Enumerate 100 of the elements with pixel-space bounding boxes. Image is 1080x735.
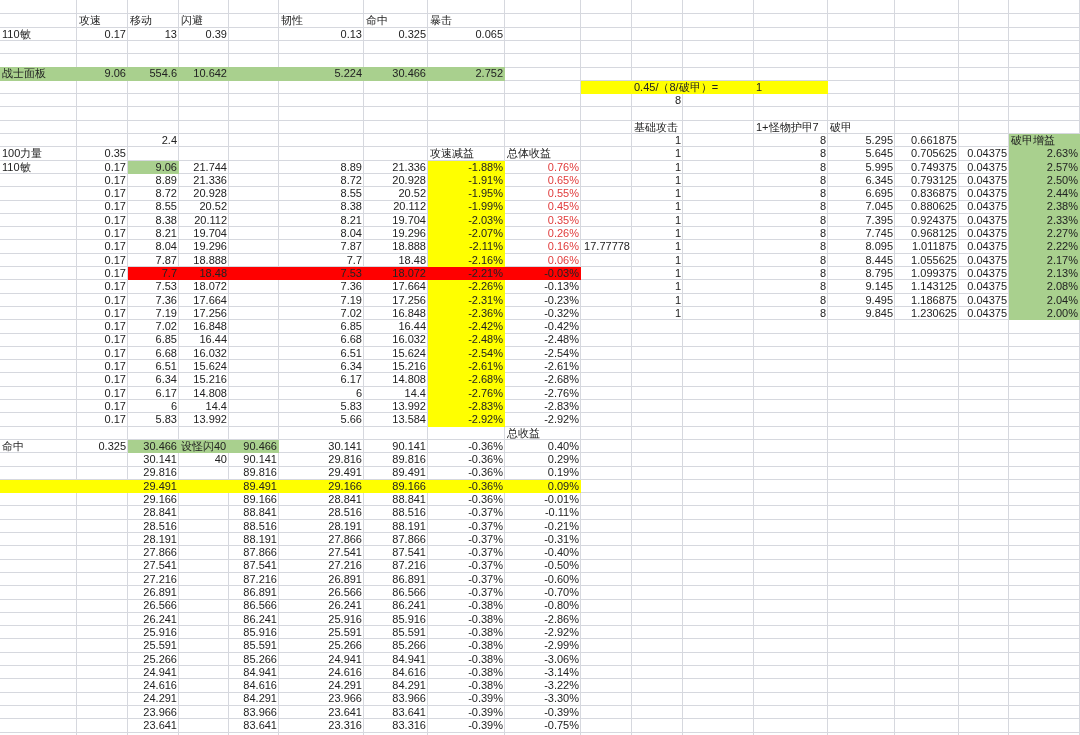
table-cell-text: 1.186875: [910, 293, 958, 307]
table-cell: 2.38%: [1009, 200, 1080, 214]
table-cell-text: 7.19: [154, 306, 178, 321]
table-cell-text: 85.266: [391, 639, 427, 653]
table-cell-text: 5.66: [339, 413, 363, 427]
table-cell-text: 暴击: [429, 14, 453, 28]
table-cell-text: 6.68: [154, 346, 178, 360]
table-cell-text: -0.31%: [543, 532, 580, 547]
table-cell-text: -0.11%: [543, 506, 580, 520]
table-cell-text: 9.145: [864, 280, 894, 294]
table-cell-text: 7.745: [864, 227, 894, 241]
table-cell-text: 13.992: [192, 413, 228, 427]
table-cell-text: 0.17: [103, 27, 127, 41]
table-cell-text: -0.13%: [543, 280, 580, 294]
table-cell-text: 30.141: [327, 439, 363, 454]
table-cell-text: -2.83%: [543, 399, 580, 414]
table-cell-text: 0.17: [103, 173, 127, 188]
table-cell-text: 8.89: [154, 173, 178, 188]
table-cell-text: 110敏: [1, 160, 32, 174]
table-cell-text: -0.21%: [543, 519, 580, 533]
table-cell-text: 0.836875: [910, 187, 958, 201]
table-cell-text: 命中: [365, 14, 389, 28]
table-cell-text: 7.02: [154, 320, 178, 334]
table-cell-text: 17.664: [192, 293, 228, 307]
table-cell-text: -0.38%: [467, 665, 504, 680]
table-cell-text: -0.39%: [467, 705, 504, 720]
table-cell-text: -2.61%: [543, 360, 580, 374]
table-cell-text: -0.50%: [543, 559, 580, 573]
table-cell: 2.44%: [1009, 187, 1080, 201]
table-cell-text: 26.566: [327, 586, 363, 600]
table-cell-text: 5.295: [864, 133, 894, 148]
table-cell-text: 29.491: [327, 466, 363, 480]
table-cell-text: 0.17: [103, 320, 127, 334]
table-cell-text: 16.44: [198, 333, 228, 347]
table-cell: 2.752: [428, 67, 505, 81]
table-cell-text: -0.23%: [543, 293, 580, 307]
table-cell: 29.166: [279, 479, 364, 493]
table-cell-text: 90.141: [242, 453, 278, 467]
table-cell: 0.45/（8/破甲）=: [632, 80, 721, 95]
table-cell: 29.491: [128, 479, 179, 493]
table-cell-text: 0.880625: [910, 200, 958, 214]
table-cell-text: -2.86%: [543, 612, 580, 626]
table-cell: 设怪闪40: [179, 439, 229, 454]
table-cell-text: 5.995: [864, 160, 894, 174]
table-cell-text: 84.291: [391, 679, 427, 693]
table-cell-text: -0.38%: [467, 652, 504, 666]
table-cell-text: 26.891: [142, 586, 178, 600]
table-cell-text: 总收益: [506, 426, 541, 440]
table-cell-text: 25.916: [142, 625, 178, 640]
table-cell-text: 8.445: [864, 253, 894, 267]
table-cell-text: 0.17: [103, 413, 127, 427]
table-cell: 89.166: [364, 479, 428, 493]
table-cell-text: -0.75%: [543, 719, 580, 733]
table-cell-text: 0.17: [103, 213, 127, 228]
table-cell-text: 25.591: [327, 625, 363, 640]
table-cell-text: 0.17: [103, 386, 127, 400]
table-cell-text: 86.891: [391, 572, 427, 587]
table-cell: -0.03%: [505, 266, 581, 281]
table-cell-text: 0.76%: [546, 160, 580, 174]
table-cell-text: 24.291: [327, 679, 363, 693]
table-cell-text: 0.35%: [546, 213, 580, 228]
table-cell-text: -3.22%: [543, 679, 580, 693]
table-cell-text: 20.928: [391, 173, 427, 188]
table-cell-text: 8: [818, 266, 827, 281]
table-cell-text: 破甲: [829, 120, 853, 134]
table-cell-text: 89.166: [242, 493, 278, 507]
table-cell: 7.7: [128, 266, 179, 281]
table-cell-text: -2.54%: [543, 346, 580, 360]
table-cell: 9.06: [128, 160, 179, 174]
table-cell-text: 1: [673, 306, 682, 321]
table-cell-text: 29.816: [142, 466, 178, 480]
table-cell-text: 20.52: [198, 200, 228, 214]
table-cell-text: 0.04375: [966, 240, 1008, 254]
table-cell-text: 0.17: [103, 200, 127, 214]
table-cell-text: 7.19: [339, 293, 363, 307]
table-cell-text: 88.191: [242, 532, 278, 547]
table-cell-text: 0.17: [103, 187, 127, 201]
table-cell-text: 87.866: [242, 546, 278, 560]
table-cell-text: 14.808: [391, 373, 427, 387]
table-cell-text: 6.68: [339, 333, 363, 347]
table-cell-text: 15.216: [192, 373, 228, 387]
table-cell-text: 8: [818, 133, 827, 148]
table-cell: 90.466: [229, 439, 279, 454]
table-cell: -2.42%: [428, 320, 505, 334]
table-cell-text: 20.52: [397, 187, 427, 201]
table-cell-text: 8: [818, 293, 827, 307]
table-cell-text: 87.541: [391, 546, 427, 560]
table-cell-text: 0.04375: [966, 147, 1008, 161]
table-cell-text: 8.21: [154, 227, 178, 241]
table-cell-text: 6.51: [154, 360, 178, 374]
table-cell: 10.642: [179, 67, 229, 81]
table-cell-text: 0.04375: [966, 213, 1008, 228]
table-cell-text: 1.099375: [910, 266, 958, 281]
table-cell-text: 13.584: [391, 413, 427, 427]
table-cell-text: -2.99%: [543, 639, 580, 653]
table-cell: 破甲增益: [1009, 133, 1080, 148]
table-cell-text: -3.06%: [543, 652, 580, 666]
table-cell-text: 6.34: [154, 373, 178, 387]
table-cell-text: 29.816: [327, 453, 363, 467]
table-cell-text: 87.216: [242, 572, 278, 587]
